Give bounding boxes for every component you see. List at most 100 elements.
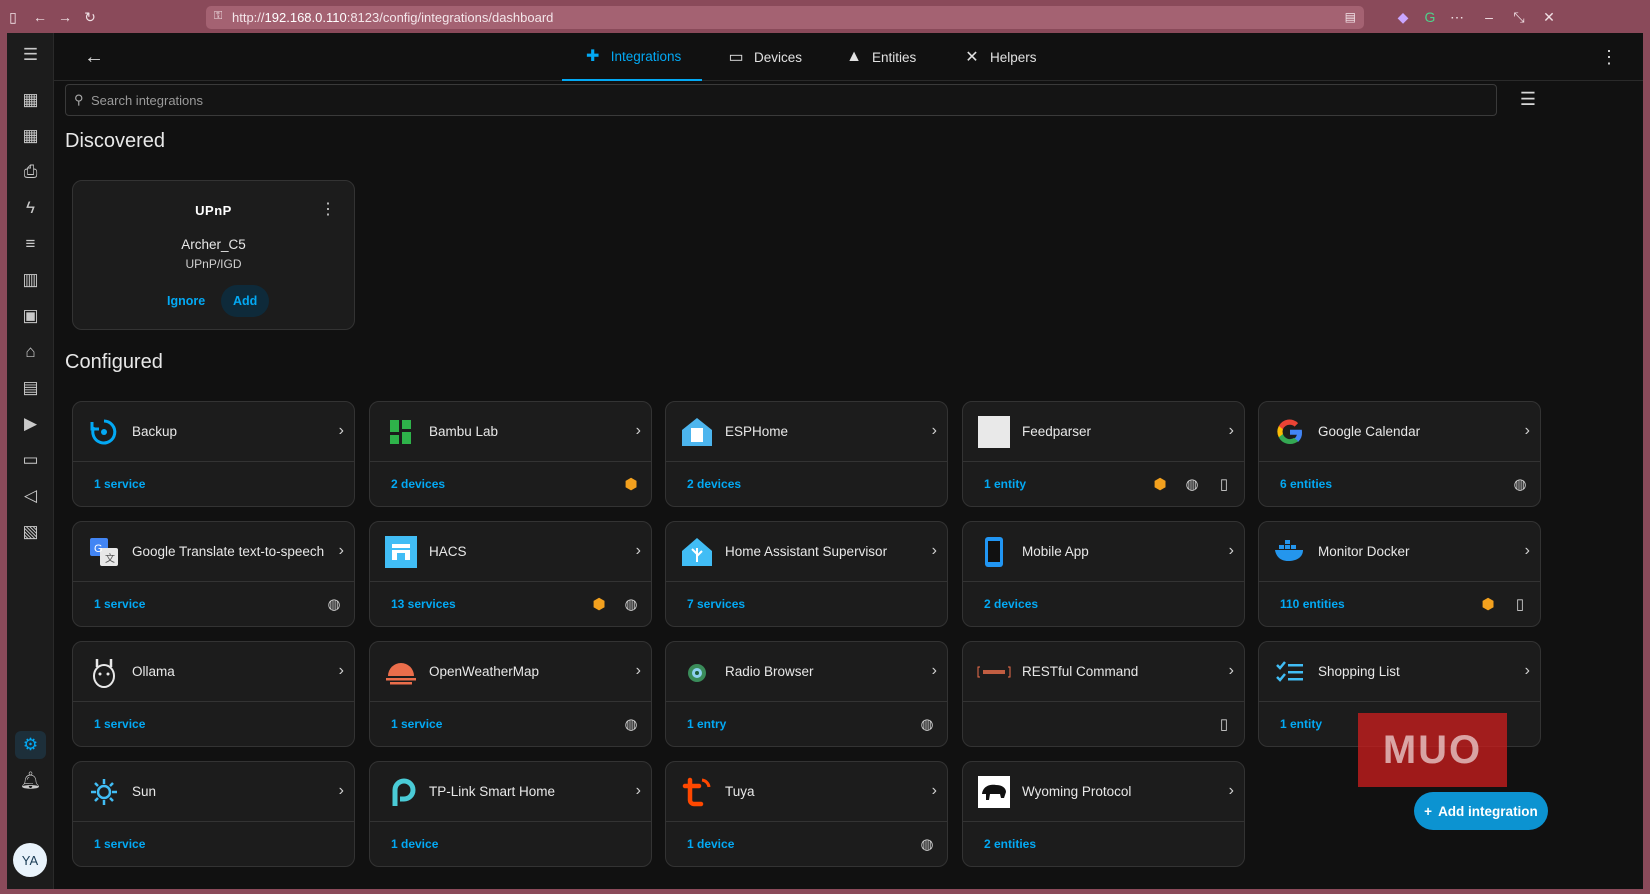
devices-sidebar-icon[interactable]: ▭ bbox=[15, 446, 46, 474]
chevron-right-icon: › bbox=[338, 662, 344, 679]
integration-card-google-calendar[interactable]: Google Calendar › 6 entities ◍ bbox=[1258, 401, 1541, 507]
integration-name: Google Translate text-to-speech bbox=[132, 544, 325, 559]
energy-icon[interactable]: ϟ bbox=[15, 194, 46, 222]
back-icon[interactable]: ← bbox=[82, 45, 106, 69]
chevron-right-icon: › bbox=[338, 782, 344, 799]
integration-count[interactable]: 2 devices bbox=[687, 477, 741, 491]
configured-heading: Configured bbox=[65, 351, 163, 373]
reader-mode-icon[interactable]: ▤ bbox=[1345, 10, 1356, 24]
integration-card-openweathermap[interactable]: OpenWeatherMap › 1 service ◍ bbox=[369, 641, 652, 747]
clipboard-icon[interactable]: ▧ bbox=[15, 518, 46, 546]
integration-card-mobile-app[interactable]: Mobile App › 2 devices bbox=[962, 521, 1245, 627]
integration-card-hacs[interactable]: HACS › 13 services ⬢ ◍ bbox=[369, 521, 652, 627]
search-input[interactable] bbox=[91, 85, 1471, 115]
avatar[interactable]: YA bbox=[13, 843, 47, 877]
settings-gear-icon[interactable]: ⚙ bbox=[15, 731, 46, 759]
integration-count[interactable]: 1 entry bbox=[687, 717, 726, 731]
ignore-button[interactable]: Ignore bbox=[155, 285, 217, 317]
integration-card-feedparser[interactable]: Feedparser › 1 entity ⬢ ◍ ▯ bbox=[962, 401, 1245, 507]
restore-icon[interactable]: ⤡ bbox=[1510, 8, 1528, 26]
integration-count[interactable]: 1 service bbox=[94, 597, 145, 611]
rest-icon bbox=[977, 655, 1011, 689]
integration-card-tp-link[interactable]: TP-Link Smart Home › 1 device bbox=[369, 761, 652, 867]
yaml-file-icon: ▯ bbox=[1219, 716, 1229, 733]
add-integration-button[interactable]: + Add integration bbox=[1414, 792, 1548, 830]
discovered-device-type: UPnP/IGD bbox=[185, 257, 242, 271]
tab-entities[interactable]: ▲ Entities bbox=[844, 33, 916, 81]
openweathermap-icon bbox=[384, 655, 418, 689]
grammarly-icon[interactable]: G bbox=[1421, 8, 1439, 26]
vscode-icon[interactable]: ◁ bbox=[15, 482, 46, 510]
integration-count[interactable]: 13 services bbox=[391, 597, 456, 611]
calendar-icon[interactable]: ▣ bbox=[15, 302, 46, 330]
url-text[interactable]: http://192.168.0.110:8123/config/integra… bbox=[232, 10, 553, 25]
logbook-icon[interactable]: ≡ bbox=[15, 230, 46, 258]
integration-count[interactable]: 1 device bbox=[687, 837, 734, 851]
integration-card-wyoming[interactable]: Wyoming Protocol › 2 entities bbox=[962, 761, 1245, 867]
integration-count[interactable]: 1 service bbox=[94, 477, 145, 491]
integration-count[interactable]: 2 devices bbox=[391, 477, 445, 491]
chevron-right-icon: › bbox=[931, 782, 937, 799]
integration-card-supervisor[interactable]: Home Assistant Supervisor › 7 services bbox=[665, 521, 948, 627]
sidebar-toggle-icon[interactable]: ▯ bbox=[4, 8, 22, 26]
address-bar[interactable]: ⚿ http://192.168.0.110:8123/config/integ… bbox=[206, 6, 1364, 29]
integration-card-radio-browser[interactable]: Radio Browser › 1 entry ◍ bbox=[665, 641, 948, 747]
minimize-icon[interactable]: – bbox=[1480, 8, 1498, 26]
reload-icon[interactable]: ↻ bbox=[81, 8, 99, 26]
notifications-bell-icon[interactable]: 🔔︎ bbox=[15, 767, 46, 795]
docker-icon bbox=[1273, 535, 1307, 569]
integration-card-tuya[interactable]: Tuya › 1 device ◍ bbox=[665, 761, 948, 867]
extension-diamond-icon[interactable]: ◆ bbox=[1394, 8, 1412, 26]
dashboard-icon[interactable]: ▦ bbox=[15, 122, 46, 150]
home-icon[interactable]: ⌂ bbox=[15, 338, 46, 366]
card-menu-icon[interactable]: ⋮ bbox=[320, 199, 336, 219]
integration-card-restful-command[interactable]: RESTful Command › ▯ bbox=[962, 641, 1245, 747]
integration-count[interactable]: 1 service bbox=[391, 717, 442, 731]
custom-integration-icon: ⬢ bbox=[592, 596, 606, 613]
integration-name: Backup bbox=[132, 424, 178, 439]
add-button[interactable]: Add bbox=[221, 285, 270, 317]
more-menu-icon[interactable]: ⋯ bbox=[1448, 8, 1466, 26]
cloud-globe-icon: ◍ bbox=[920, 836, 934, 853]
ollama-llama-icon bbox=[87, 655, 121, 689]
checklist-icon bbox=[1273, 655, 1307, 689]
media-icon[interactable]: ▶ bbox=[15, 410, 46, 438]
forward-arrow-icon[interactable]: → bbox=[56, 8, 74, 26]
integration-card-esphome[interactable]: ESPHome › 2 devices bbox=[665, 401, 948, 507]
tp-link-icon bbox=[384, 775, 418, 809]
integration-count[interactable]: 2 entities bbox=[984, 837, 1036, 851]
filter-icon[interactable]: ☰ bbox=[1517, 89, 1539, 111]
integration-count[interactable]: 2 devices bbox=[984, 597, 1038, 611]
integration-name: Mobile App bbox=[1022, 544, 1089, 559]
integration-card-backup[interactable]: Backup › 1 service bbox=[72, 401, 355, 507]
integration-name: HACS bbox=[429, 544, 467, 559]
integration-count[interactable]: 1 entity bbox=[1280, 717, 1322, 731]
integration-count[interactable]: 1 service bbox=[94, 837, 145, 851]
integration-count[interactable]: 1 device bbox=[391, 837, 438, 851]
integration-count[interactable]: 1 service bbox=[94, 717, 145, 731]
overflow-menu-icon[interactable]: ⋮ bbox=[1599, 45, 1619, 69]
tab-helpers[interactable]: ✕ Helpers bbox=[962, 33, 1036, 81]
tab-devices[interactable]: ▭ Devices bbox=[726, 33, 802, 81]
sun-icon bbox=[87, 775, 121, 809]
integration-count[interactable]: 6 entities bbox=[1280, 477, 1332, 491]
integration-card-monitor-docker[interactable]: Monitor Docker › 110 entities ⬢ ▯ bbox=[1258, 521, 1541, 627]
tab-integrations[interactable]: ✚ Integrations bbox=[562, 33, 702, 81]
close-window-icon[interactable]: ✕ bbox=[1540, 8, 1558, 26]
overview-dashboard-icon[interactable]: ▦ bbox=[15, 86, 46, 114]
integration-count[interactable]: 110 entities bbox=[1280, 597, 1345, 611]
integration-card-google-translate[interactable]: G文 Google Translate text-to-speech › 1 se… bbox=[72, 521, 355, 627]
integration-card-ollama[interactable]: Ollama › 1 service bbox=[72, 641, 355, 747]
history-icon[interactable]: ▥ bbox=[15, 266, 46, 294]
hacs-icon[interactable]: ▤ bbox=[15, 374, 46, 402]
printer-icon[interactable]: ⎙ bbox=[15, 158, 46, 186]
site-info-icon[interactable]: ⚿ bbox=[214, 10, 226, 24]
integration-count[interactable]: 1 entity bbox=[984, 477, 1026, 491]
integration-card-sun[interactable]: Sun › 1 service bbox=[72, 761, 355, 867]
back-arrow-icon[interactable]: ← bbox=[31, 8, 49, 26]
integration-card-bambu-lab[interactable]: Bambu Lab › 2 devices ⬢ bbox=[369, 401, 652, 507]
integration-count[interactable]: 7 services bbox=[687, 597, 745, 611]
menu-icon[interactable]: ☰ bbox=[15, 41, 46, 69]
plus-icon: + bbox=[1424, 803, 1433, 819]
chevron-right-icon: › bbox=[1524, 422, 1530, 439]
